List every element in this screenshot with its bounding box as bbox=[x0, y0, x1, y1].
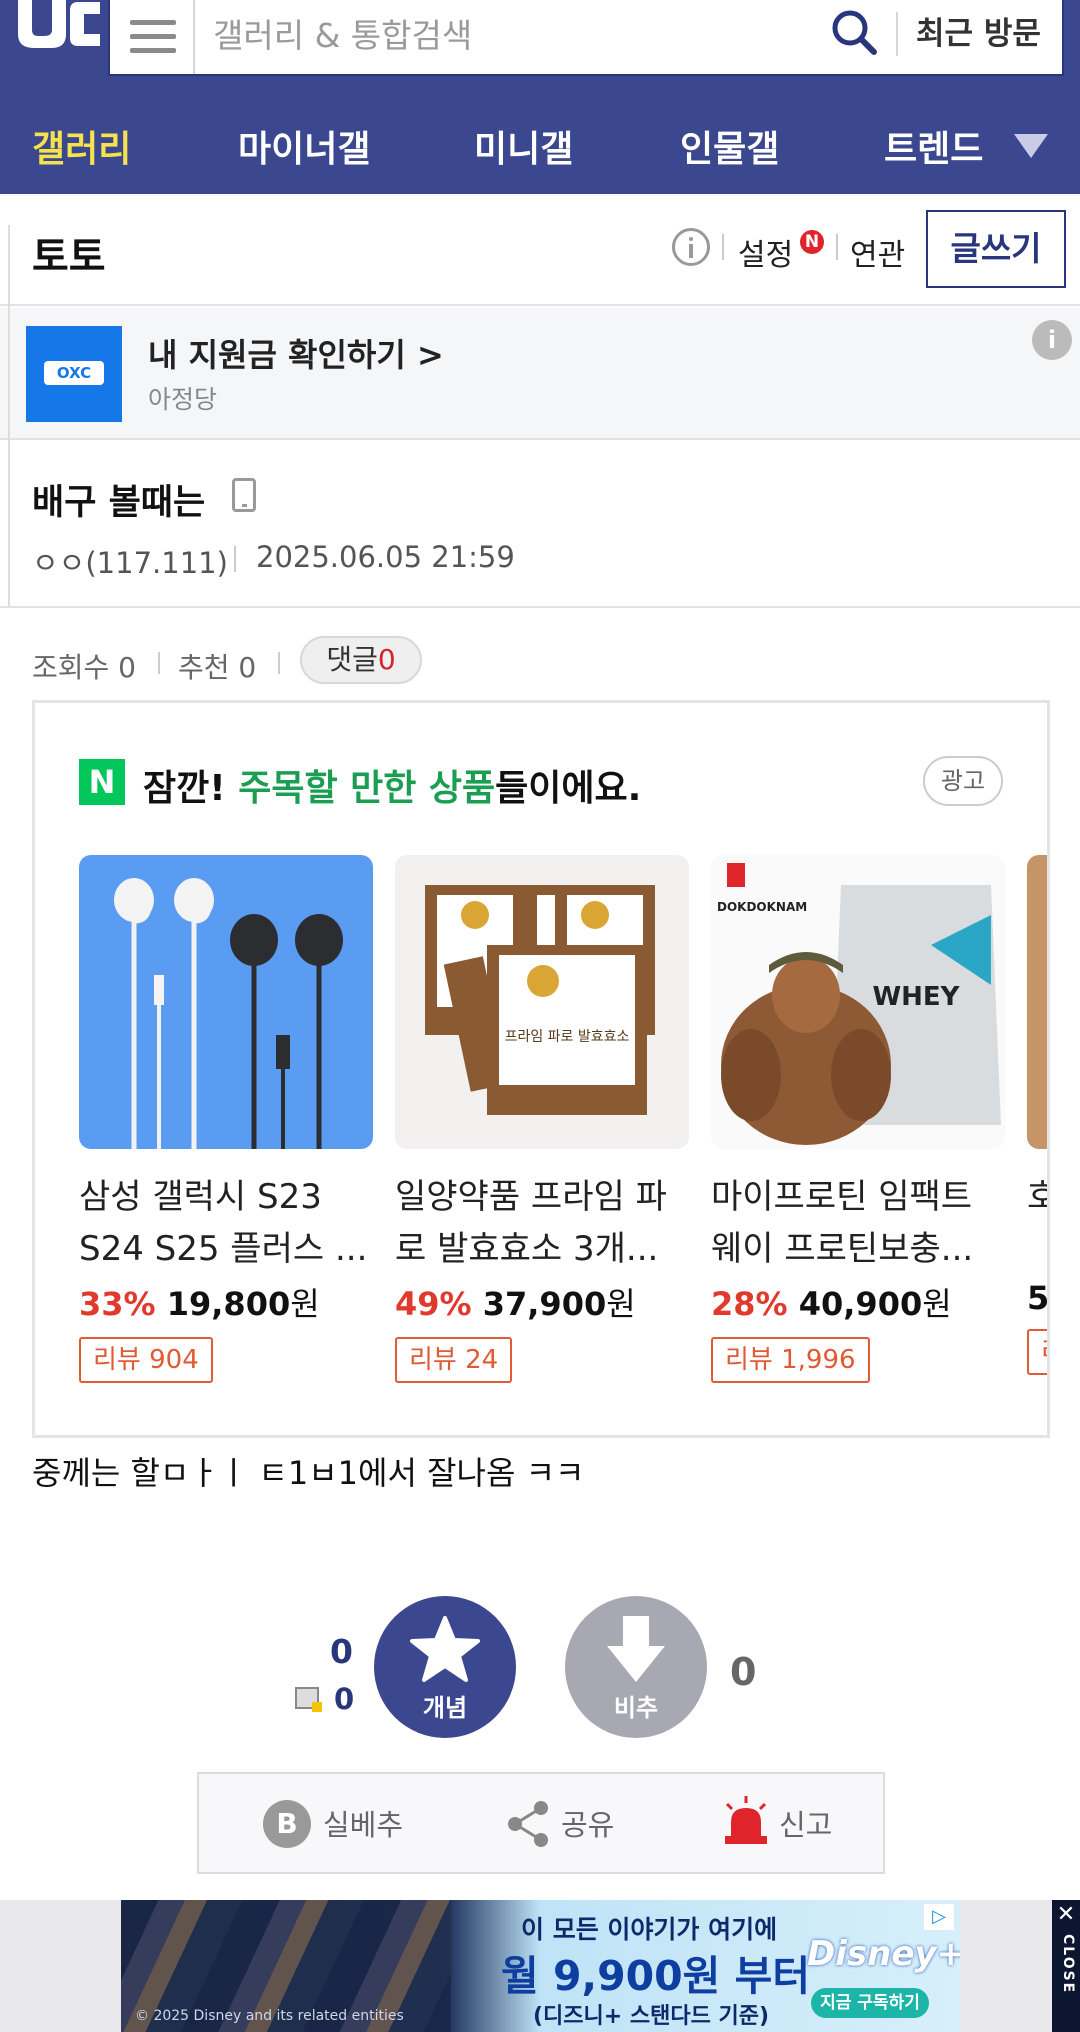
product-ad-box: N 잠깐! 주목할 만한 상품들이에요. 광고 삼성 갤럭시 S23 S24 S… bbox=[32, 700, 1050, 1438]
post-date: 2025.06.05 21:59 bbox=[256, 540, 515, 574]
svg-text:DOKDOKNAM: DOKDOKNAM bbox=[717, 900, 807, 914]
divider bbox=[0, 606, 1080, 608]
side-edge bbox=[0, 225, 10, 608]
search-icon[interactable] bbox=[828, 4, 884, 60]
post-actions: B 실베추 공유 신고 bbox=[197, 1772, 885, 1874]
sponsored-banner[interactable]: OXC 내 지원금 확인하기 > 아정당 i bbox=[0, 308, 1080, 440]
share-icon[interactable] bbox=[505, 1800, 551, 1848]
product-review-badge: 리뷰 1,996 bbox=[711, 1337, 870, 1383]
product-image[interactable] bbox=[79, 855, 373, 1149]
product-card[interactable]: 프라임 파로 발효효소 일양약품 프라임 파로 발효효소 3개... 49% 3… bbox=[395, 855, 689, 1383]
recent-visit-button[interactable]: 최근 방문 bbox=[916, 8, 1041, 53]
divider bbox=[722, 234, 724, 260]
product-review-badge: 리뷰 24 bbox=[395, 1337, 513, 1383]
divider bbox=[836, 234, 838, 260]
comment-count: 0 bbox=[377, 643, 396, 676]
product-price: 5 bbox=[1027, 1279, 1050, 1317]
product-headline: 잠깐! 주목할 만한 상품들이에요. bbox=[143, 768, 642, 809]
fixed-nick-count: 0 bbox=[334, 1682, 355, 1716]
b-icon: B bbox=[263, 1800, 311, 1848]
search-box: 최근 방문 bbox=[108, 0, 1064, 76]
ad-title[interactable]: 내 지원금 확인하기 > bbox=[148, 330, 444, 376]
info-icon[interactable] bbox=[672, 228, 710, 266]
arrow-down-icon bbox=[607, 1616, 665, 1682]
nav-mini-gallery[interactable]: 미니갤 bbox=[474, 120, 573, 172]
product-card[interactable]: 삼성 갤럭시 S23 S24 S25 플러스 ... 33% 19,800원 리… bbox=[79, 855, 373, 1383]
share-button[interactable]: 공유 bbox=[561, 1802, 614, 1844]
product-name[interactable]: 일양약품 프라임 파로 발효효소 3개... bbox=[395, 1171, 689, 1275]
disney-ad-banner[interactable]: © 2025 Disney and its related entities 이… bbox=[121, 1900, 960, 2032]
product-card[interactable]: DOKDOKNAM WHEY 마이프로틴 임팩트 웨이 프로틴보충... 28%… bbox=[711, 855, 1005, 1383]
fixed-nick-icon bbox=[295, 1687, 322, 1712]
post-writer[interactable]: ㅇㅇ(117.111) bbox=[32, 540, 228, 582]
post-body: 중께는 할ㅁㅏㅣ ㅌ1ㅂ1에서 잘나옴 ㅋㅋ bbox=[32, 1454, 585, 1492]
product-review-badge: 리 bbox=[1027, 1329, 1047, 1375]
ad-advertiser: 아정당 bbox=[148, 385, 218, 414]
nav-person-gallery[interactable]: 인물갤 bbox=[680, 120, 779, 172]
nav-trend[interactable]: 트렌드 bbox=[884, 120, 983, 172]
close-label: CLOSE bbox=[1060, 1934, 1076, 1995]
down-count: 0 bbox=[730, 1650, 757, 1694]
bottom-ad-bar: © 2025 Disney and its related entities 이… bbox=[0, 1900, 1080, 2032]
ad-line1: 이 모든 이야기가 여기에 bbox=[521, 1915, 778, 1944]
product-name[interactable]: 호 비 bbox=[1027, 1171, 1047, 1275]
search-input[interactable] bbox=[213, 10, 773, 60]
ad-info-icon[interactable]: i bbox=[1032, 320, 1072, 360]
subscribe-button[interactable]: 지금 구독하기 bbox=[811, 1988, 929, 2018]
nav-gallery[interactable]: 갤러리 bbox=[32, 120, 131, 172]
product-price: 28% 40,900원 bbox=[711, 1285, 952, 1323]
siren-icon[interactable] bbox=[721, 1796, 771, 1846]
related-link[interactable]: 연관 bbox=[850, 230, 905, 274]
up-count: 0 bbox=[330, 1632, 353, 1671]
nav-expand-icon[interactable] bbox=[1014, 134, 1048, 158]
ad-close-button[interactable]: ✕ CLOSE bbox=[1052, 1900, 1080, 2032]
ad-line3: (디즈니+ 스탠다드 기준) bbox=[533, 2004, 770, 2029]
top-header: 최근 방문 bbox=[0, 0, 1080, 98]
settings-link[interactable]: 설정 bbox=[738, 230, 793, 274]
product-image[interactable]: DOKDOKNAM WHEY bbox=[711, 855, 1005, 1149]
product-price: 33% 19,800원 bbox=[79, 1285, 320, 1323]
new-badge: N bbox=[800, 230, 824, 254]
close-icon: ✕ bbox=[1056, 1902, 1076, 1927]
product-price: 49% 37,900원 bbox=[395, 1285, 636, 1323]
star-icon bbox=[410, 1616, 480, 1682]
advertiser-logo: OXC bbox=[26, 326, 122, 422]
gallery-nav: 갤러리 마이너갤 미니갤 인물갤 트렌드 bbox=[0, 98, 1080, 194]
comment-button[interactable]: 댓글0 bbox=[300, 636, 422, 684]
product-card[interactable]: 호 비 5 리 bbox=[1027, 855, 1050, 1375]
view-count: 조회수 0 bbox=[32, 651, 136, 684]
svg-text:프라임 파로 발효효소: 프라임 파로 발효효소 bbox=[505, 1029, 630, 1045]
menu-icon[interactable] bbox=[110, 0, 195, 74]
gallery-title[interactable]: 토토 bbox=[32, 224, 106, 282]
product-image[interactable]: 프라임 파로 발효효소 bbox=[395, 855, 689, 1149]
write-button[interactable]: 글쓰기 bbox=[926, 210, 1066, 288]
report-button[interactable]: 신고 bbox=[779, 1802, 832, 1844]
nav-minor-gallery[interactable]: 마이너갤 bbox=[238, 120, 370, 172]
product-image[interactable] bbox=[1027, 855, 1047, 1149]
recommend-count: 추천 0 bbox=[178, 651, 257, 684]
product-name[interactable]: 삼성 갤럭시 S23 S24 S25 플러스 ... bbox=[79, 1171, 373, 1275]
mobile-icon bbox=[232, 478, 256, 512]
search-divider bbox=[896, 12, 898, 56]
adchoices-icon[interactable]: ▷ bbox=[924, 1904, 954, 1930]
gallery-title-row: 토토 설정 N 연관 글쓰기 bbox=[0, 194, 1080, 306]
svg-text:WHEY: WHEY bbox=[872, 982, 960, 1012]
naver-logo: N bbox=[79, 759, 125, 805]
product-review-badge: 리뷰 904 bbox=[79, 1337, 213, 1383]
ad-line2: 월 9,900원 부터 bbox=[501, 1952, 811, 2000]
realbest-button[interactable]: 실베추 bbox=[323, 1802, 403, 1844]
disney-logo: Disney+ bbox=[807, 1934, 960, 1974]
divider bbox=[158, 652, 160, 674]
post-title: 배구 볼때는 bbox=[32, 483, 206, 523]
recommend-up-button[interactable]: 개념 bbox=[374, 1596, 516, 1738]
dc-logo-icon[interactable] bbox=[12, 0, 102, 60]
ad-tag[interactable]: 광고 bbox=[923, 756, 1003, 806]
recommend-down-button[interactable]: 비추 bbox=[565, 1596, 707, 1738]
divider bbox=[278, 652, 280, 674]
divider bbox=[234, 546, 236, 572]
ad-copyright: © 2025 Disney and its related entities bbox=[135, 2008, 404, 2024]
product-name[interactable]: 마이프로틴 임팩트 웨이 프로틴보충... bbox=[711, 1171, 1005, 1275]
